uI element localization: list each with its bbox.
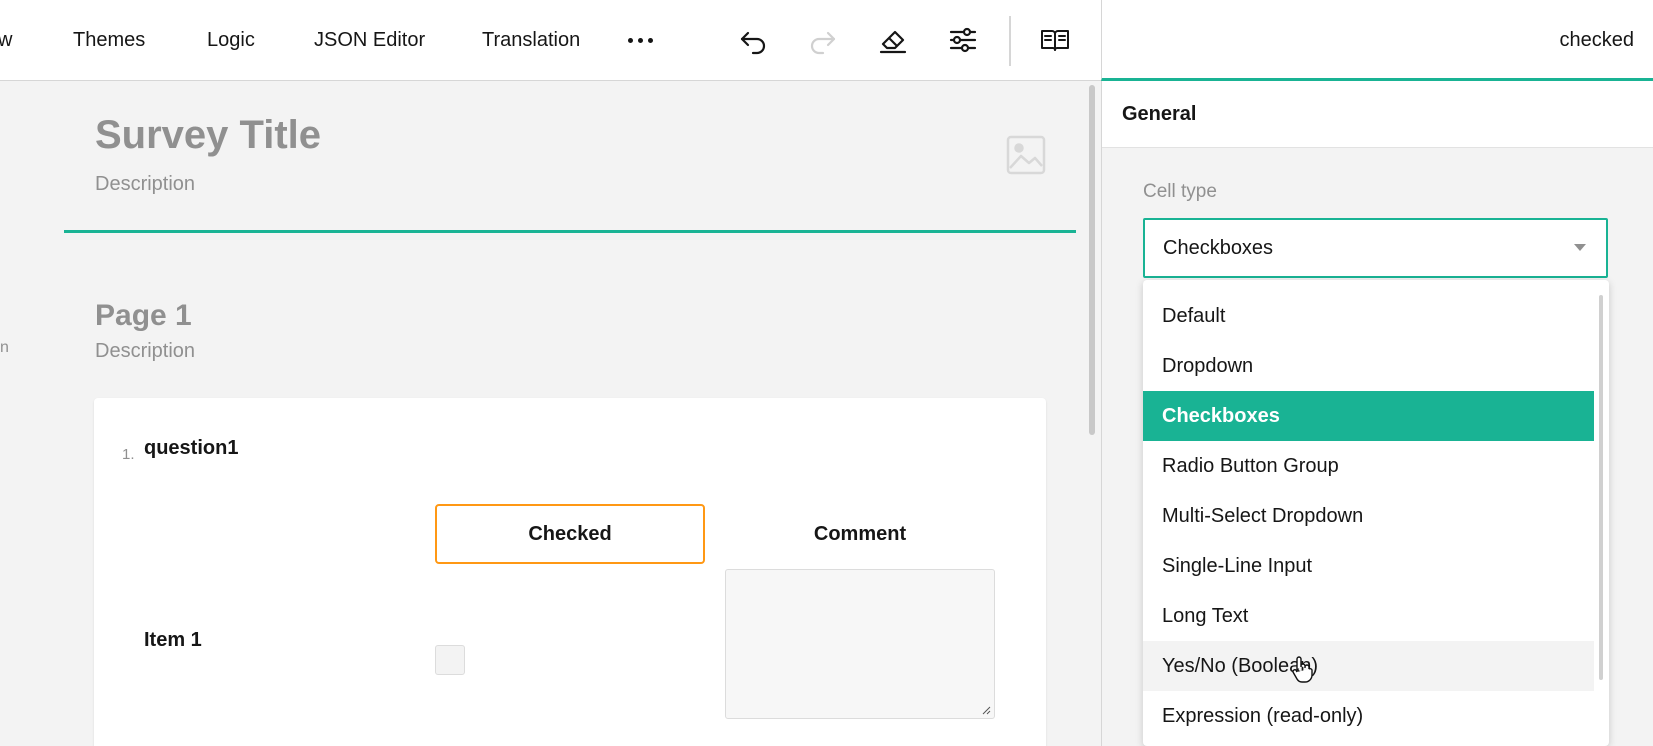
tab-logic[interactable]: Logic [207, 0, 255, 81]
chevron-down-icon [1574, 244, 1586, 251]
option-long-text[interactable]: Long Text [1143, 591, 1594, 641]
canvas-scrollbar[interactable] [1089, 85, 1095, 435]
property-grid: General Cell type Checkboxes Default Dro… [1101, 81, 1653, 746]
tab-translation[interactable]: Translation [482, 0, 580, 81]
cell-type-label: Cell type [1143, 181, 1217, 202]
book-icon[interactable] [1035, 20, 1075, 60]
section-general[interactable]: General [1102, 81, 1653, 148]
survey-description[interactable]: Description [95, 173, 195, 196]
option-dropdown[interactable]: Dropdown [1143, 341, 1594, 391]
header-divider [64, 230, 1076, 233]
hand-cursor-icon [1292, 656, 1313, 683]
page-title[interactable]: Page 1 [95, 299, 192, 333]
designer-toolbar: w Themes Logic JSON Editor Translation [0, 0, 1101, 81]
cell-checkbox[interactable] [435, 645, 465, 675]
option-single-line-input[interactable]: Single-Line Input [1143, 541, 1594, 591]
tab-themes[interactable]: Themes [73, 0, 145, 81]
option-expression-read-only[interactable]: Expression (read-only) [1143, 691, 1594, 741]
settings-icon[interactable] [943, 20, 983, 60]
more-icon[interactable] [626, 28, 656, 52]
row-label-item-1: Item 1 [144, 629, 202, 651]
eraser-icon[interactable] [873, 20, 913, 60]
dropdown-scrollbar[interactable] [1599, 295, 1603, 680]
option-multi-select-dropdown[interactable]: Multi-Select Dropdown [1143, 491, 1594, 541]
survey-title[interactable]: Survey Title [95, 113, 321, 158]
tab-preview[interactable]: w [0, 0, 12, 81]
section-general-label: General [1122, 103, 1197, 125]
image-placeholder-icon[interactable] [1005, 134, 1047, 176]
property-grid-header: checked [1101, 0, 1653, 81]
option-radio-button-group[interactable]: Radio Button Group [1143, 441, 1594, 491]
cell-type-value: Checkboxes [1163, 237, 1274, 259]
undo-icon[interactable] [733, 20, 773, 60]
question-number: 1. [122, 446, 135, 463]
page-description[interactable]: Description [95, 340, 195, 363]
option-default[interactable]: Default [1143, 291, 1594, 341]
tab-json-editor[interactable]: JSON Editor [314, 0, 425, 81]
left-edge-glyph: n [0, 339, 9, 356]
column-header-checked[interactable]: Checked [435, 504, 705, 564]
resize-grip-icon[interactable] [981, 705, 991, 715]
cell-type-select[interactable]: Checkboxes [1143, 218, 1608, 278]
question-card[interactable]: 1. question1 Checked Comment Item 1 [94, 398, 1046, 746]
redo-icon[interactable] [803, 20, 843, 60]
selected-element-name: checked [1559, 29, 1635, 51]
option-checkboxes[interactable]: Checkboxes [1143, 391, 1594, 441]
survey-canvas: n Survey Title Description Page 1 Descri… [0, 81, 1101, 746]
toolbar-divider [1009, 16, 1011, 66]
option-yes-no-boolean[interactable]: Yes/No (Boolean) [1143, 641, 1594, 691]
question-title[interactable]: question1 [144, 437, 238, 460]
cell-comment-textarea[interactable] [725, 569, 995, 719]
column-header-comment[interactable]: Comment [725, 504, 995, 564]
cell-type-dropdown-list: Default Dropdown Checkboxes Radio Button… [1143, 280, 1609, 746]
